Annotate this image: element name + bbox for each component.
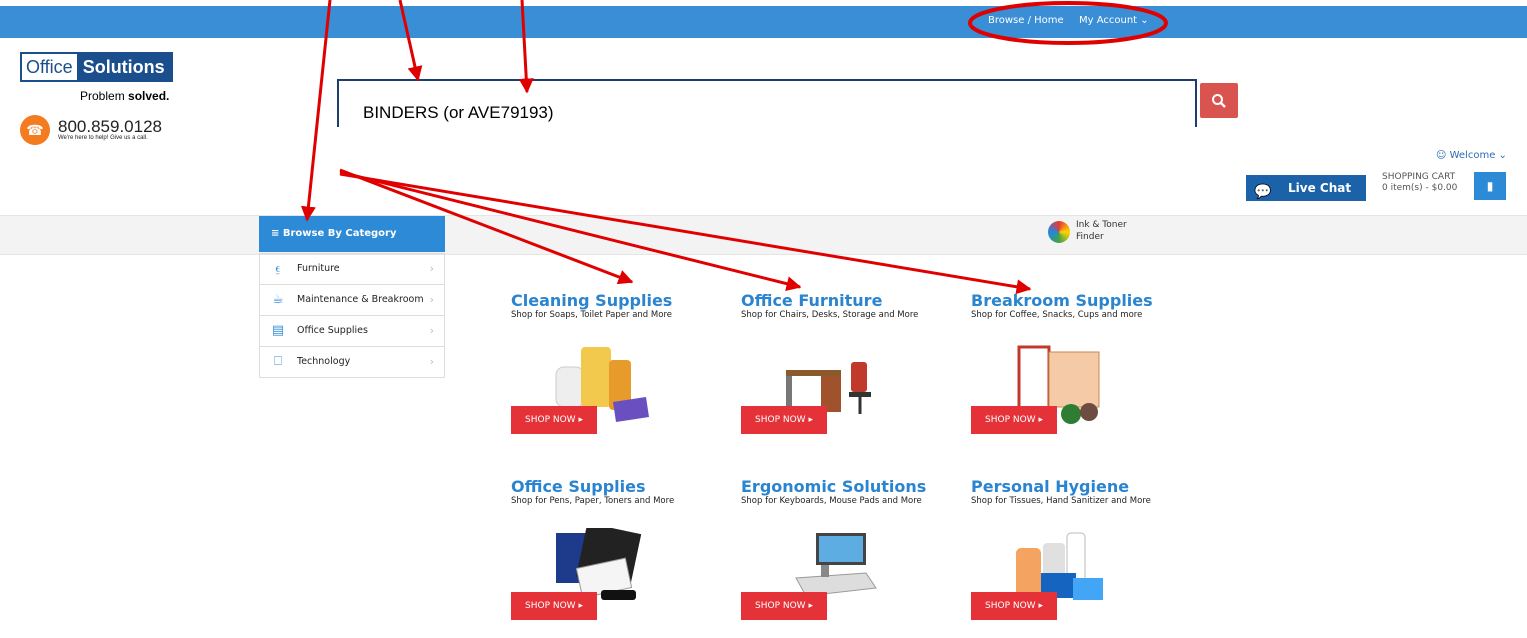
chat-bubble-icon: 💬 [1254, 184, 1272, 200]
promo-subtitle: Shop for Chairs, Desks, Storage and More [741, 310, 919, 320]
live-chat-button[interactable]: 💬 Live Chat [1246, 175, 1366, 201]
phone-note: We're here to help! Give us a call. [58, 135, 148, 141]
phone-icon: ☎ [20, 115, 50, 145]
category-label: Maintenance & Breakroom [297, 294, 424, 305]
shop-now-button[interactable]: SHOP NOW ▸ [741, 406, 827, 434]
promo-subtitle: Shop for Keyboards, Mouse Pads and More [741, 496, 922, 506]
promo-office-supplies: Office Supplies Shop for Pens, Paper, To… [511, 478, 731, 638]
coffee-icon: ☕ [272, 292, 284, 307]
tagline-part-1: Problem [80, 89, 129, 103]
promo-title[interactable]: Personal Hygiene [971, 478, 1191, 496]
category-item-office-supplies[interactable]: ▤ Office Supplies › [260, 316, 444, 347]
chevron-right-icon: › [429, 262, 434, 275]
promo-breakroom-supplies: Breakroom Supplies Shop for Coffee, Snac… [971, 292, 1191, 452]
search-icon [1212, 93, 1226, 108]
category-item-maintenance[interactable]: ☕ Maintenance & Breakroom › [260, 285, 444, 316]
category-bar [0, 215, 1527, 255]
promo-title[interactable]: Ergonomic Solutions [741, 478, 961, 496]
promo-subtitle: Shop for Pens, Paper, Toners and More [511, 496, 675, 506]
cart-count: 0 item(s) - $0.00 [1382, 183, 1458, 193]
promo-title[interactable]: Breakroom Supplies [971, 292, 1191, 310]
shop-now-button[interactable]: SHOP NOW ▸ [511, 406, 597, 434]
promo-personal-hygiene: Personal Hygiene Shop for Tissues, Hand … [971, 478, 1191, 638]
ink-toner-finder-link[interactable]: Ink & Toner Finder [1048, 219, 1127, 243]
logo-word-office: Office [22, 54, 77, 80]
logo-tagline: Problem solved. [80, 89, 169, 103]
promo-subtitle: Shop for Soaps, Toilet Paper and More [511, 310, 672, 320]
category-item-furniture[interactable]: ⍷ Furniture › [260, 254, 444, 285]
phone-block: ☎ 800.859.0128 We're here to help! Give … [20, 115, 162, 145]
shop-now-button[interactable]: SHOP NOW ▸ [971, 406, 1057, 434]
category-item-technology[interactable]: ⎕ Technology › [260, 347, 444, 377]
top-navigation-bar: Browse / Home My Account ⌄ [0, 6, 1527, 38]
category-label: Office Supplies [297, 325, 368, 336]
chair-icon: ⍷ [274, 261, 282, 276]
browse-home-link[interactable]: Browse / Home [988, 15, 1064, 26]
ink-drops-icon [1048, 221, 1070, 243]
promo-cleaning-supplies: Cleaning Supplies Shop for Soaps, Toilet… [511, 292, 731, 452]
search-button[interactable] [1200, 83, 1238, 118]
promo-title[interactable]: Office Furniture [741, 292, 961, 310]
promo-subtitle: Shop for Tissues, Hand Sanitizer and Mor… [971, 496, 1151, 506]
shop-now-button[interactable]: SHOP NOW ▸ [741, 592, 827, 620]
ink-line-2: Finder [1076, 232, 1104, 242]
category-list: ⍷ Furniture › ☕ Maintenance & Breakroom › ▤ O… [259, 253, 445, 378]
cart-button[interactable]: ▮ [1474, 172, 1506, 200]
cart-label: SHOPPING CART [1382, 172, 1456, 182]
category-label: Technology [297, 356, 351, 367]
promo-subtitle: Shop for Coffee, Snacks, Cups and more [971, 310, 1143, 320]
shopping-cart-summary[interactable]: SHOPPING CART 0 item(s) - $0.00 [1382, 172, 1457, 194]
office-supplies-icon: ▤ [271, 323, 285, 338]
promo-title[interactable]: Office Supplies [511, 478, 731, 496]
chevron-right-icon: › [429, 293, 434, 306]
welcome-menu[interactable]: ☺ Welcome ⌄ [1436, 150, 1507, 161]
monitor-icon: ⎕ [274, 354, 282, 369]
shopping-bag-icon: ▮ [1486, 179, 1494, 193]
phone-number: 800.859.0128 [58, 117, 162, 136]
chevron-right-icon: › [429, 355, 434, 368]
tagline-part-2: solved. [128, 89, 170, 103]
search-input[interactable]: BINDERS (or AVE79193) [337, 79, 1197, 127]
ink-line-1: Ink & Toner [1076, 220, 1127, 230]
shop-now-button[interactable]: SHOP NOW ▸ [511, 592, 597, 620]
category-label: Furniture [297, 263, 340, 274]
chevron-right-icon: › [429, 324, 434, 337]
promo-office-furniture: Office Furniture Shop for Chairs, Desks,… [741, 292, 961, 452]
logo-word-solutions: Solutions [76, 54, 171, 80]
my-account-menu[interactable]: My Account ⌄ [1079, 15, 1149, 26]
promo-ergonomic-solutions: Ergonomic Solutions Shop for Keyboards, … [741, 478, 961, 638]
browse-by-category-button[interactable]: ≡ Browse By Category [259, 216, 445, 252]
site-logo[interactable]: Office Solutions Problem solved. ☎ 800.8… [20, 52, 190, 145]
promo-title[interactable]: Cleaning Supplies [511, 292, 731, 310]
shop-now-button[interactable]: SHOP NOW ▸ [971, 592, 1057, 620]
logo-wordmark: Office Solutions [20, 52, 173, 82]
live-chat-label: Live Chat [1288, 181, 1352, 195]
